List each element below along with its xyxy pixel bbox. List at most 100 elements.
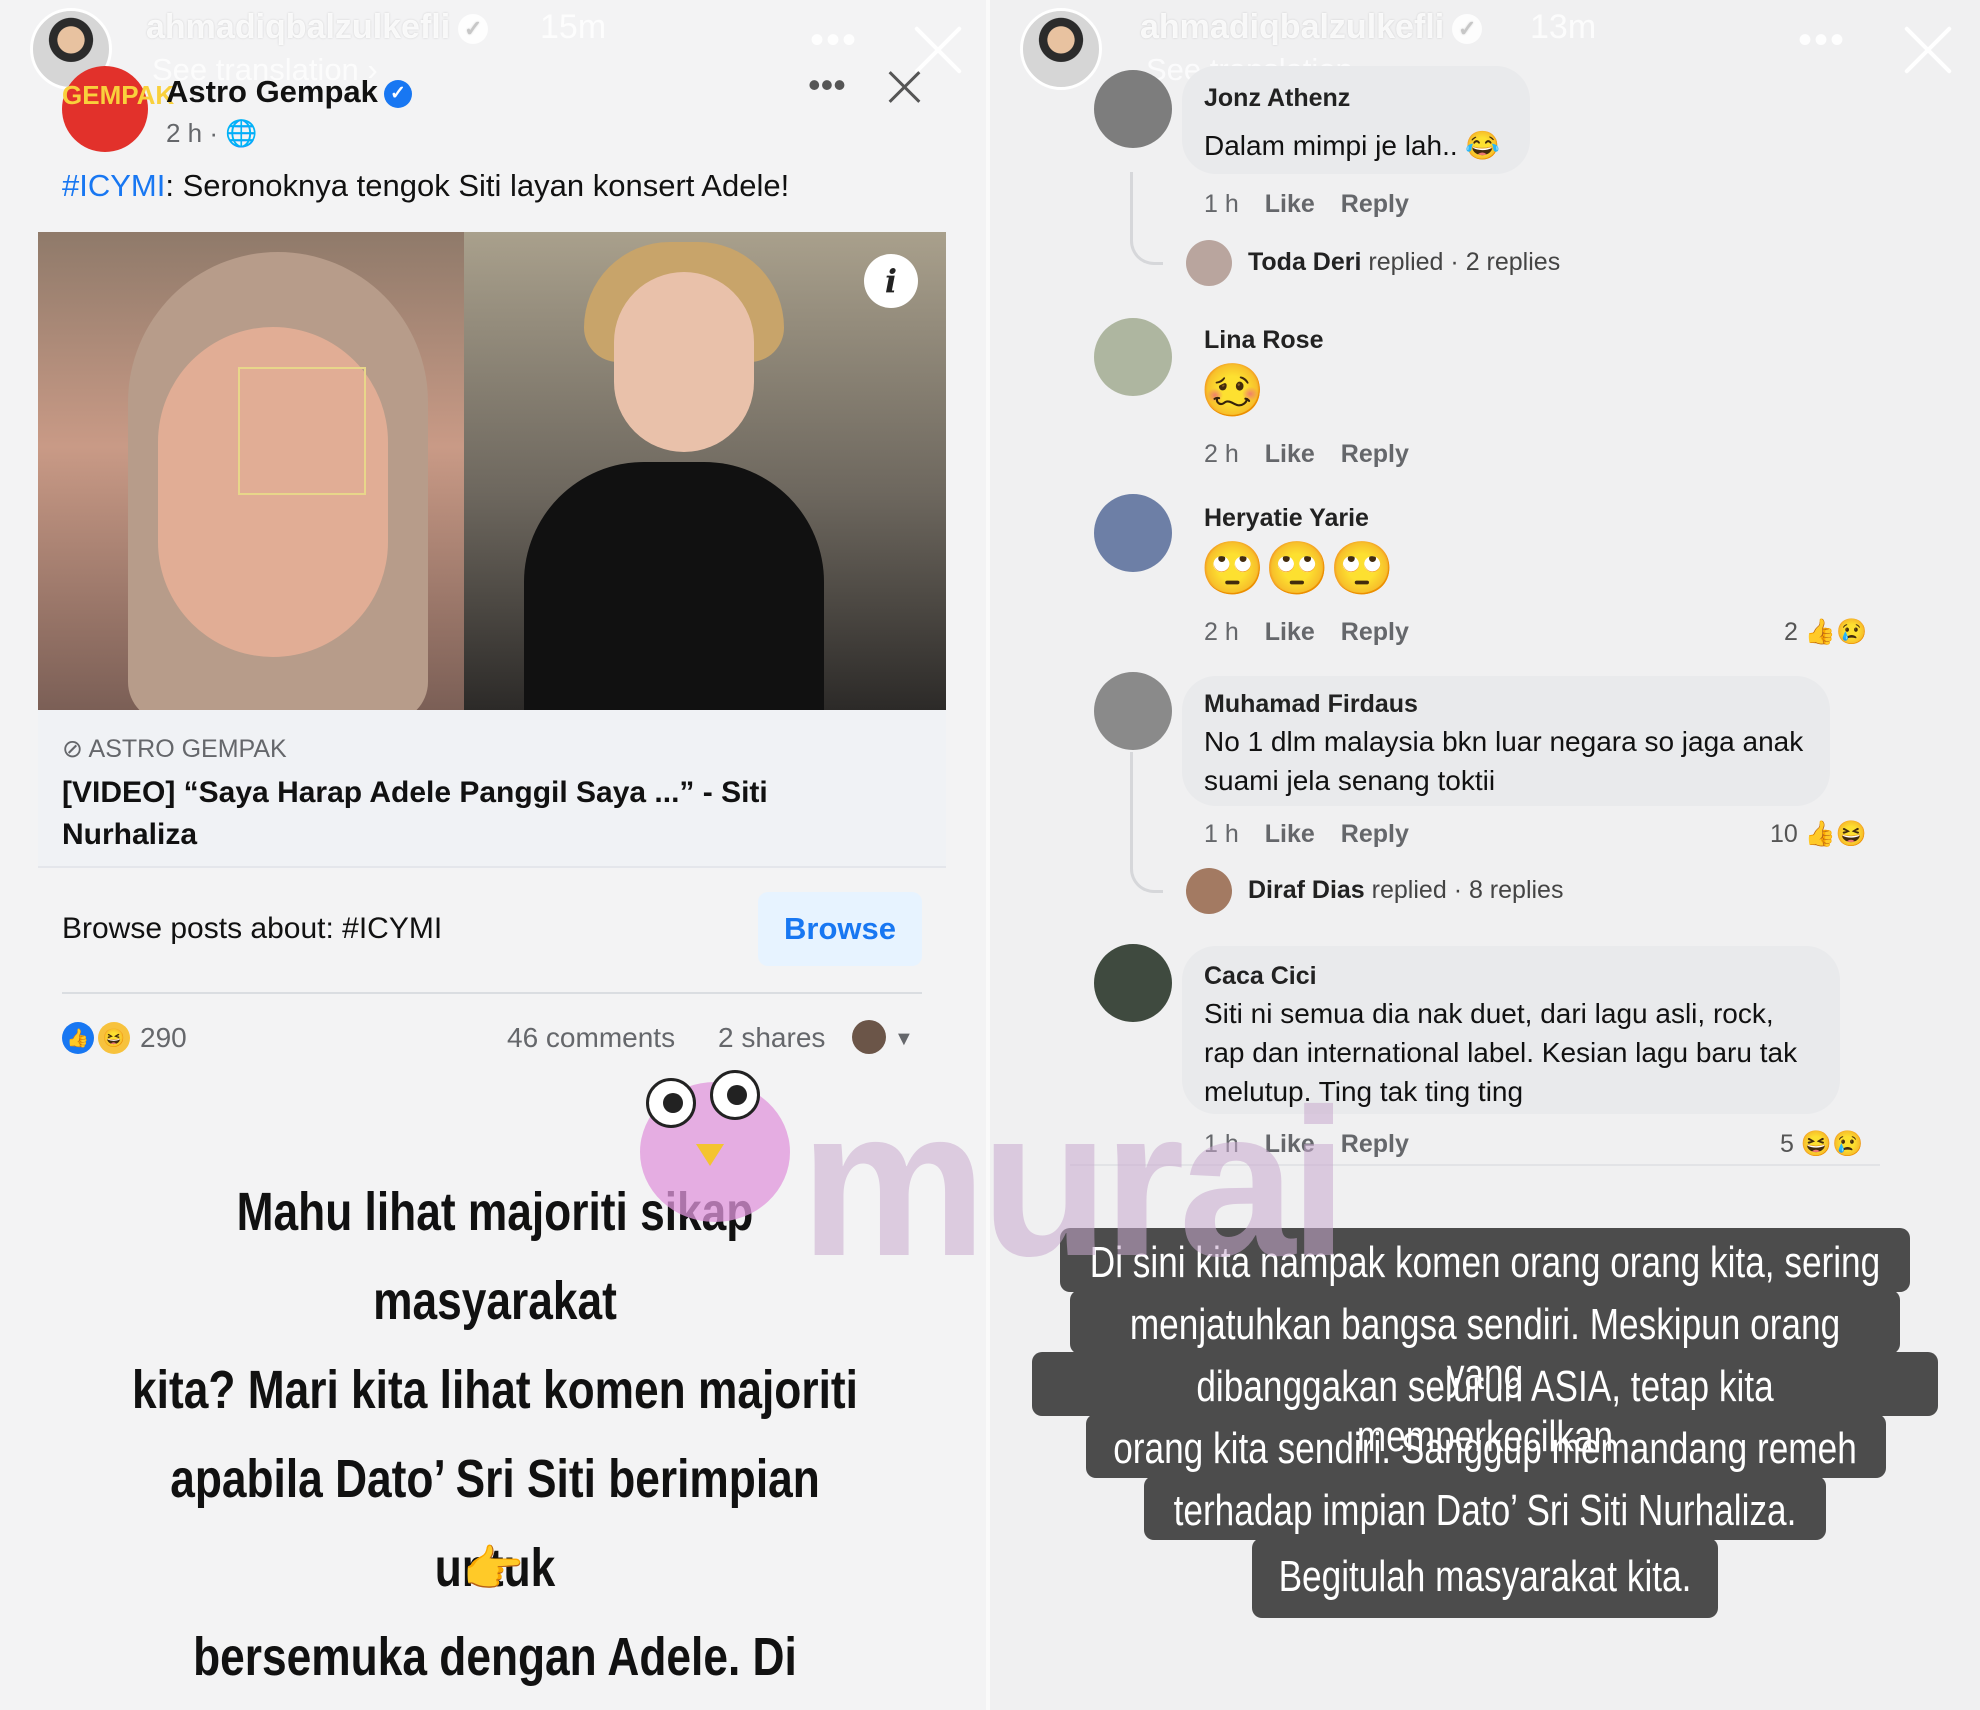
pointing-right-icon: 👉: [462, 1541, 525, 1597]
hashtag-link[interactable]: #ICYMI: [62, 168, 165, 203]
comment-time: 2 h: [1204, 440, 1239, 468]
haha-reaction-icon[interactable]: 😆: [98, 1022, 130, 1054]
comment-reactions[interactable]: 5 😆😢: [1780, 1130, 1863, 1159]
reply-count: · 8 replies: [1453, 876, 1564, 904]
reply-avatar[interactable]: [1186, 240, 1232, 286]
reply-button[interactable]: Reply: [1341, 618, 1409, 646]
post-close-icon[interactable]: [888, 70, 922, 104]
comment-line: suami jela senang toktii: [1204, 765, 1496, 796]
sad-reaction-icon: 😢: [1832, 1130, 1864, 1158]
comments-count[interactable]: 46 comments: [507, 1022, 675, 1054]
adele-photo: [464, 232, 946, 710]
story-more-icon[interactable]: •••: [1798, 18, 1846, 63]
haha-reaction-icon: 😆: [1835, 820, 1868, 848]
post-image[interactable]: [38, 232, 946, 710]
browse-label: Browse posts about: #ICYMI: [62, 912, 443, 945]
story-username-text: ahmadiqbalzulkefli: [1140, 8, 1445, 46]
story-close-icon[interactable]: [1900, 22, 1956, 78]
like-reaction-icon: 👍: [1804, 820, 1836, 848]
watermark-eye: [646, 1078, 696, 1128]
story-time: 15m: [540, 8, 607, 46]
like-button[interactable]: Like: [1265, 820, 1315, 848]
comment-reactions[interactable]: 10 👍😆: [1770, 820, 1867, 849]
link-preview[interactable]: ⊘ ASTRO GEMPAK [VIDEO] “Saya Harap Adele…: [38, 710, 946, 868]
divider: [62, 992, 922, 994]
sad-reaction-icon: 😢: [1836, 618, 1868, 646]
reply-avatar[interactable]: [1186, 868, 1232, 914]
like-reaction-icon[interactable]: 👍: [62, 1022, 94, 1054]
left-story-panel: ahmadiqbalzulkefli ✓ 15m See translation …: [0, 0, 990, 1710]
verified-badge-icon: ✓: [383, 79, 412, 108]
comment-line: Siti ni semua dia nak duet, dari lagu as…: [1204, 998, 1774, 1029]
thread-line: [1130, 172, 1163, 265]
commenter-avatar[interactable]: [1094, 944, 1172, 1022]
story-text-line: kita? Mari kita lihat komen majoriti: [132, 1360, 858, 1420]
post-more-icon[interactable]: •••: [808, 64, 846, 106]
commenter-name[interactable]: Lina Rose: [1204, 326, 1323, 355]
share-as-avatar[interactable]: [852, 1020, 886, 1054]
comment-meta: 2 h Like Reply: [1204, 440, 1435, 469]
like-button[interactable]: Like: [1265, 618, 1315, 646]
thread-line: [1130, 752, 1163, 893]
comment-line: No 1 dlm malaysia bkn luar negara so jag…: [1204, 726, 1804, 757]
comment-meta: 2 h Like Reply: [1204, 618, 1435, 647]
page-name-text: Astro Gempak: [166, 74, 378, 109]
comment-time: 1 h: [1204, 820, 1239, 848]
post-caption: #ICYMI: Seronoknya tengok Siti layan kon…: [62, 168, 789, 204]
watermark-bird-logo: [640, 1070, 790, 1222]
reaction-count[interactable]: 290: [140, 1022, 187, 1054]
commenter-name[interactable]: Muhamad Firdaus: [1204, 690, 1418, 719]
right-story-panel: ahmadiqbalzulkefli✓ 13m See translation …: [990, 0, 1980, 1710]
reply-button[interactable]: Reply: [1341, 820, 1409, 848]
browse-button[interactable]: Browse: [758, 892, 922, 966]
woozy-face-icon: 🥴: [1200, 362, 1265, 420]
like-button[interactable]: Like: [1265, 440, 1315, 468]
commenter-name[interactable]: Heryatie Yarie: [1204, 504, 1369, 533]
page-name[interactable]: Astro Gempak ✓: [166, 74, 412, 110]
story-text-line: bersemuka dengan Adele. Di sebelah: [193, 1627, 797, 1687]
story-username[interactable]: ahmadiqbalzulkefli ✓: [1140, 8, 1483, 47]
face-filter-frame: [238, 367, 366, 495]
info-icon[interactable]: i: [864, 254, 918, 308]
reply-count: · 2 replies: [1450, 248, 1561, 276]
story-username-text: ahmadiqbalzulkefli: [146, 8, 451, 46]
caption-text: : Seronoknya tengok Siti layan konsert A…: [165, 168, 790, 203]
reply-button[interactable]: Reply: [1341, 1130, 1409, 1158]
commenter-avatar[interactable]: [1094, 672, 1172, 750]
page-logo[interactable]: GEMPAK: [62, 66, 174, 152]
comment-text: Dalam mimpi je lah.. 😂: [1204, 130, 1501, 161]
watermark-text: murai: [800, 1065, 1348, 1300]
commenter-name[interactable]: Jonz Athenz: [1204, 84, 1350, 113]
reaction-count: 10: [1770, 820, 1798, 848]
commenter-name[interactable]: Caca Cici: [1204, 962, 1317, 991]
link-domain-text: ASTRO GEMPAK: [88, 735, 287, 763]
commenter-avatar[interactable]: [1094, 318, 1172, 396]
haha-reaction-icon: 😆: [1800, 1130, 1832, 1158]
watermark-eye: [710, 1070, 760, 1120]
commenter-avatar[interactable]: [1094, 494, 1172, 572]
comment-meta: 1 h Like Reply: [1204, 190, 1435, 219]
reply-button[interactable]: Reply: [1341, 190, 1409, 218]
reply-button[interactable]: Reply: [1341, 440, 1409, 468]
story-more-icon[interactable]: •••: [810, 18, 858, 63]
comment-time: 2 h: [1204, 618, 1239, 646]
chevron-down-icon[interactable]: ▼: [894, 1028, 914, 1051]
like-reaction-icon: 👍: [1804, 618, 1836, 646]
story-text: Mahu lihat majoriti sikap masyarakat kit…: [122, 1168, 868, 1710]
verified-icon: ✓: [458, 14, 489, 45]
post-meta: 2 h · 🌐: [166, 118, 258, 148]
comment-reactions[interactable]: 2 👍😢: [1784, 618, 1867, 647]
view-replies-link[interactable]: Diraf Dias replied · 8 replies: [1248, 876, 1563, 905]
comment-time: 1 h: [1204, 190, 1239, 218]
reaction-count: 5: [1780, 1130, 1794, 1158]
comment-text: No 1 dlm malaysia bkn luar negara so jag…: [1204, 722, 1803, 800]
replied-label: replied: [1371, 876, 1447, 904]
like-button[interactable]: Like: [1265, 190, 1315, 218]
story-avatar[interactable]: [1020, 8, 1102, 90]
shares-count[interactable]: 2 shares: [718, 1022, 825, 1054]
link-title: [VIDEO] “Saya Harap Adele Panggil Saya .…: [62, 776, 768, 851]
replier-name: Diraf Dias: [1248, 876, 1365, 904]
commenter-avatar[interactable]: [1094, 70, 1172, 148]
story-username[interactable]: ahmadiqbalzulkefli ✓: [146, 8, 489, 47]
view-replies-link[interactable]: Toda Deri replied · 2 replies: [1248, 248, 1560, 277]
